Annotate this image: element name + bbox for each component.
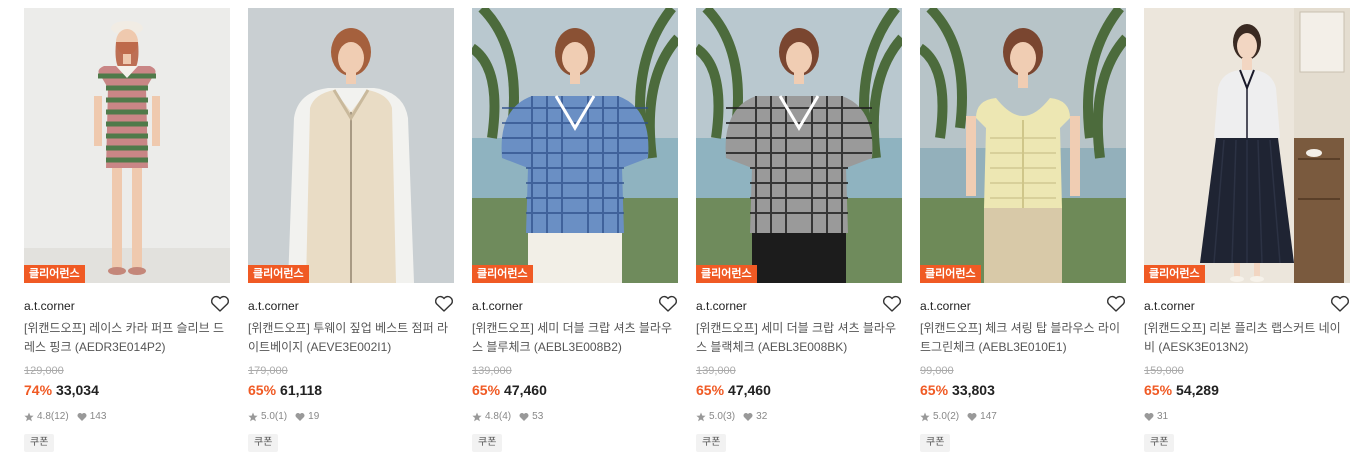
product-name[interactable]: [위캔드오프] 세미 더블 크랍 셔츠 블라우스 블랙체크 (AEBL3E008… bbox=[696, 319, 902, 357]
product-name[interactable]: [위캔드오프] 체크 셔링 탑 블라우스 라이트그린체크 (AEBL3E010E… bbox=[920, 319, 1126, 357]
sale-price: 33,034 bbox=[56, 382, 99, 398]
clearance-badge: 클리어런스 bbox=[1144, 265, 1205, 283]
product-card[interactable]: 클리어런스 a.t.corner [위캔드오프] 세미 더블 크랍 셔츠 블라우… bbox=[696, 8, 902, 458]
discount-rate: 65% bbox=[472, 382, 501, 398]
product-image[interactable]: 클리어런스 bbox=[472, 8, 678, 283]
product-photo bbox=[248, 8, 454, 283]
star-icon bbox=[248, 412, 258, 422]
star-icon bbox=[920, 412, 930, 422]
review-count: (12) bbox=[50, 411, 69, 422]
rating-value: 5.0 bbox=[709, 411, 723, 422]
clearance-badge: 클리어런스 bbox=[24, 265, 85, 283]
heart-icon bbox=[967, 412, 977, 422]
star-icon bbox=[472, 412, 482, 422]
like-count: 31 bbox=[1157, 411, 1169, 422]
wishlist-heart-icon[interactable] bbox=[434, 295, 454, 313]
sale-price: 61,118 bbox=[280, 382, 323, 398]
original-price: 179,000 bbox=[248, 365, 288, 377]
clearance-badge: 클리어런스 bbox=[472, 265, 533, 283]
like-count: 143 bbox=[89, 411, 107, 422]
rating-value: 4.8 bbox=[485, 411, 499, 422]
like-count: 53 bbox=[532, 411, 544, 422]
sale-price: 33,803 bbox=[952, 382, 995, 398]
discount-rate: 74% bbox=[24, 382, 53, 398]
heart-icon bbox=[1144, 412, 1154, 422]
review-count: (1) bbox=[274, 411, 288, 422]
wishlist-heart-icon[interactable] bbox=[1106, 295, 1126, 313]
product-name[interactable]: [위캔드오프] 투웨이 짚업 베스트 점퍼 라이트베이지 (AEVE3E002I… bbox=[248, 319, 454, 357]
review-count: (2) bbox=[946, 411, 960, 422]
product-name[interactable]: [위캔드오프] 세미 더블 크랍 셔츠 블라우스 블루체크 (AEBL3E008… bbox=[472, 319, 678, 357]
like-count: 147 bbox=[980, 411, 997, 422]
product-photo bbox=[24, 8, 230, 283]
original-price: 99,000 bbox=[920, 365, 954, 377]
brand-name[interactable]: a.t.corner bbox=[920, 299, 971, 313]
product-card[interactable]: 클리어런스 a.t.corner [위캔드오프] 레이스 카라 퍼프 슬리브 드… bbox=[24, 8, 230, 458]
product-card[interactable]: 클리어런스 a.t.corner [위캔드오프] 리본 플리츠 랩스커트 네이비… bbox=[1144, 8, 1350, 458]
product-image[interactable]: 클리어런스 bbox=[248, 8, 454, 283]
brand-name[interactable]: a.t.corner bbox=[1144, 299, 1195, 313]
wishlist-heart-icon[interactable] bbox=[1330, 295, 1350, 313]
original-price: 139,000 bbox=[696, 365, 736, 377]
clearance-badge: 클리어런스 bbox=[696, 265, 757, 283]
heart-icon bbox=[519, 412, 529, 422]
coupon-tag: 쿠폰 bbox=[248, 434, 279, 452]
brand-name[interactable]: a.t.corner bbox=[696, 299, 747, 313]
sale-price: 54,289 bbox=[1176, 382, 1219, 398]
clearance-badge: 클리어런스 bbox=[920, 265, 981, 283]
review-count: (4) bbox=[498, 411, 512, 422]
like-count: 32 bbox=[756, 411, 768, 422]
product-photo bbox=[696, 8, 902, 283]
heart-icon bbox=[77, 412, 87, 422]
sale-price: 47,460 bbox=[728, 382, 771, 398]
heart-icon bbox=[743, 412, 753, 422]
original-price: 129,000 bbox=[24, 365, 64, 377]
product-grid: 클리어런스 a.t.corner [위캔드오프] 레이스 카라 퍼프 슬리브 드… bbox=[0, 0, 1360, 462]
coupon-tag: 쿠폰 bbox=[472, 434, 503, 452]
coupon-tag: 쿠폰 bbox=[1144, 434, 1175, 452]
coupon-tag: 쿠폰 bbox=[696, 434, 727, 452]
product-name[interactable]: [위캔드오프] 레이스 카라 퍼프 슬리브 드레스 핑크 (AEDR3E014P… bbox=[24, 319, 230, 357]
sale-price: 47,460 bbox=[504, 382, 547, 398]
wishlist-heart-icon[interactable] bbox=[210, 295, 230, 313]
brand-name[interactable]: a.t.corner bbox=[24, 299, 75, 313]
product-photo bbox=[920, 8, 1126, 283]
product-image[interactable]: 클리어런스 bbox=[24, 8, 230, 283]
discount-rate: 65% bbox=[248, 382, 277, 398]
product-card[interactable]: 클리어런스 a.t.corner [위캔드오프] 세미 더블 크랍 셔츠 블라우… bbox=[472, 8, 678, 458]
product-photo bbox=[1144, 8, 1350, 283]
rating-value: 5.0 bbox=[933, 411, 947, 422]
star-icon bbox=[24, 412, 34, 422]
product-name[interactable]: [위캔드오프] 리본 플리츠 랩스커트 네이비 (AESK3E013N2) bbox=[1144, 319, 1350, 357]
brand-name[interactable]: a.t.corner bbox=[248, 299, 299, 313]
product-card[interactable]: 클리어런스 a.t.corner [위캔드오프] 체크 셔링 탑 블라우스 라이… bbox=[920, 8, 1126, 458]
rating-value: 4.8 bbox=[37, 411, 51, 422]
like-count: 19 bbox=[308, 411, 320, 422]
discount-rate: 65% bbox=[1144, 382, 1173, 398]
wishlist-heart-icon[interactable] bbox=[882, 295, 902, 313]
original-price: 139,000 bbox=[472, 365, 512, 377]
product-image[interactable]: 클리어런스 bbox=[1144, 8, 1350, 283]
coupon-tag: 쿠폰 bbox=[920, 434, 951, 452]
heart-icon bbox=[295, 412, 305, 422]
wishlist-heart-icon[interactable] bbox=[658, 295, 678, 313]
product-image[interactable]: 클리어런스 bbox=[696, 8, 902, 283]
coupon-tag: 쿠폰 bbox=[24, 434, 55, 452]
brand-name[interactable]: a.t.corner bbox=[472, 299, 523, 313]
review-count: (3) bbox=[722, 411, 736, 422]
product-image[interactable]: 클리어런스 bbox=[920, 8, 1126, 283]
discount-rate: 65% bbox=[920, 382, 949, 398]
clearance-badge: 클리어런스 bbox=[248, 265, 309, 283]
product-card[interactable]: 클리어런스 a.t.corner [위캔드오프] 투웨이 짚업 베스트 점퍼 라… bbox=[248, 8, 454, 458]
discount-rate: 65% bbox=[696, 382, 725, 398]
product-photo bbox=[472, 8, 678, 283]
rating-value: 5.0 bbox=[261, 411, 275, 422]
star-icon bbox=[696, 412, 706, 422]
original-price: 159,000 bbox=[1144, 365, 1184, 377]
